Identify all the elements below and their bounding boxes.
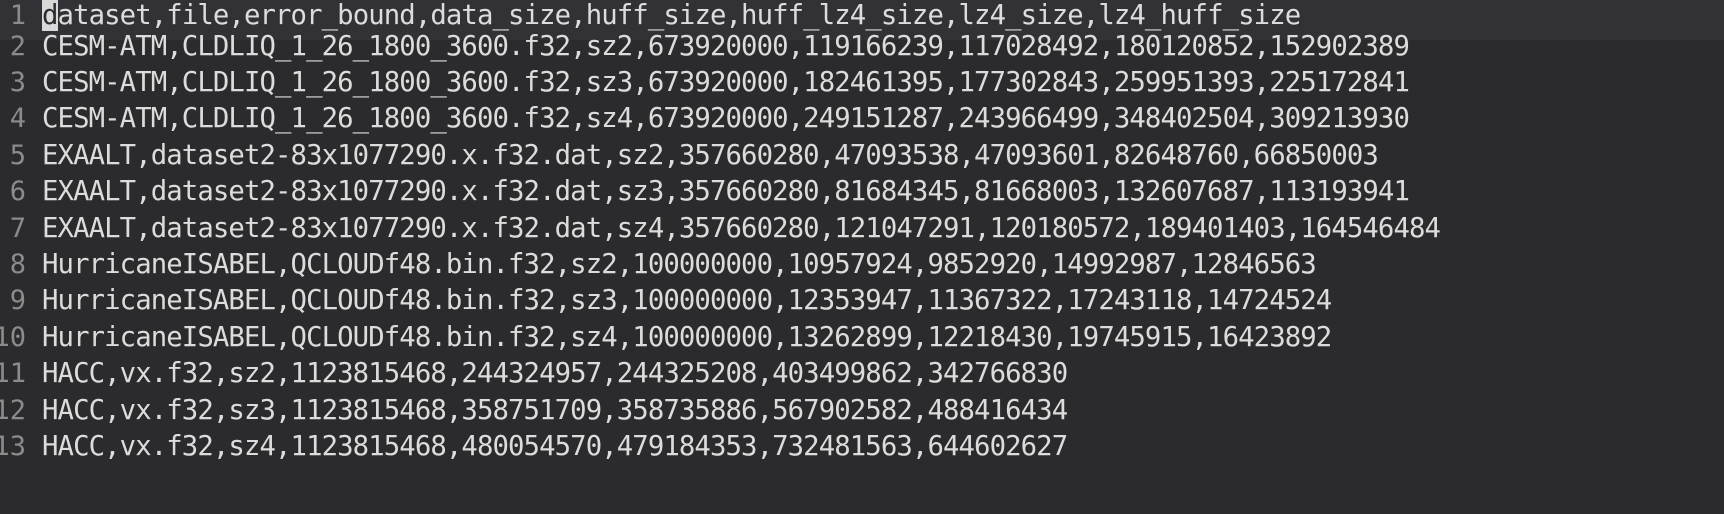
line-number: 2 <box>9 30 26 62</box>
line-text[interactable]: EXAALT,dataset2-83x1077290.x.f32.dat,sz3… <box>42 176 1410 216</box>
line-text[interactable]: HACC,vx.f32,sz3,1123815468,358751709,358… <box>42 395 1068 435</box>
line-text[interactable]: EXAALT,dataset2-83x1077290.x.f32.dat,sz4… <box>42 213 1441 253</box>
line-number: 9 <box>9 285 26 317</box>
editor-line-13[interactable]: 13 HACC,vx.f32,sz4,1123815468,480054570,… <box>0 431 1724 471</box>
line-number: 6 <box>9 176 26 208</box>
line-text[interactable]: HACC,vx.f32,sz2,1123815468,244324957,244… <box>42 358 1068 398</box>
editor-line-7[interactable]: 7 EXAALT,dataset2-83x1077290.x.f32.dat,s… <box>0 213 1724 253</box>
editor-line-2[interactable]: 2 CESM-ATM,CLDLIQ_1_26_1800_3600.f32,sz2… <box>0 31 1724 71</box>
line-number: 4 <box>9 103 26 135</box>
line-text[interactable]: CESM-ATM,CLDLIQ_1_26_1800_3600.f32,sz4,6… <box>42 103 1410 143</box>
editor-line-8[interactable]: 8 HurricaneISABEL,QCLOUDf48.bin.f32,sz2,… <box>0 249 1724 289</box>
line-number: 5 <box>9 139 26 171</box>
line-number: 13 <box>0 431 26 462</box>
line-number: 7 <box>9 212 26 244</box>
line-text[interactable]: HurricaneISABEL,QCLOUDf48.bin.f32,sz4,10… <box>42 322 1332 362</box>
line-number: 3 <box>9 67 26 98</box>
text-cursor: d <box>42 0 58 31</box>
editor-line-10[interactable]: 10 HurricaneISABEL,QCLOUDf48.bin.f32,sz4… <box>0 322 1724 362</box>
line-text[interactable]: HurricaneISABEL,QCLOUDf48.bin.f32,sz2,10… <box>42 249 1317 289</box>
text-editor[interactable]: 1 dataset,file,error_bound,data_size,huf… <box>0 0 1724 514</box>
editor-line-6[interactable]: 6 EXAALT,dataset2-83x1077290.x.f32.dat,s… <box>0 176 1724 216</box>
line-number: 10 <box>0 321 26 353</box>
editor-line-9[interactable]: 9 HurricaneISABEL,QCLOUDf48.bin.f32,sz3,… <box>0 285 1724 325</box>
line-number: 11 <box>0 358 26 390</box>
editor-line-12[interactable]: 12 HACC,vx.f32,sz3,1123815468,358751709,… <box>0 395 1724 435</box>
line-number: 12 <box>0 394 26 426</box>
line-text[interactable]: CESM-ATM,CLDLIQ_1_26_1800_3600.f32,sz2,6… <box>42 31 1410 71</box>
line-text[interactable]: HurricaneISABEL,QCLOUDf48.bin.f32,sz3,10… <box>42 285 1332 325</box>
line-text[interactable]: EXAALT,dataset2-83x1077290.x.f32.dat,sz2… <box>42 140 1379 180</box>
line-text[interactable]: CESM-ATM,CLDLIQ_1_26_1800_3600.f32,sz3,6… <box>42 67 1410 107</box>
line-text[interactable]: HACC,vx.f32,sz4,1123815468,480054570,479… <box>42 431 1068 471</box>
editor-line-11[interactable]: 11 HACC,vx.f32,sz2,1123815468,244324957,… <box>0 358 1724 398</box>
line-number: 8 <box>9 249 26 280</box>
editor-line-5[interactable]: 5 EXAALT,dataset2-83x1077290.x.f32.dat,s… <box>0 140 1724 180</box>
line-text-rest: ataset,file,error_bound,data_size,huff_s… <box>57 0 1302 31</box>
editor-line-4[interactable]: 4 CESM-ATM,CLDLIQ_1_26_1800_3600.f32,sz4… <box>0 103 1724 143</box>
editor-line-3[interactable]: 3 CESM-ATM,CLDLIQ_1_26_1800_3600.f32,sz3… <box>0 67 1724 107</box>
